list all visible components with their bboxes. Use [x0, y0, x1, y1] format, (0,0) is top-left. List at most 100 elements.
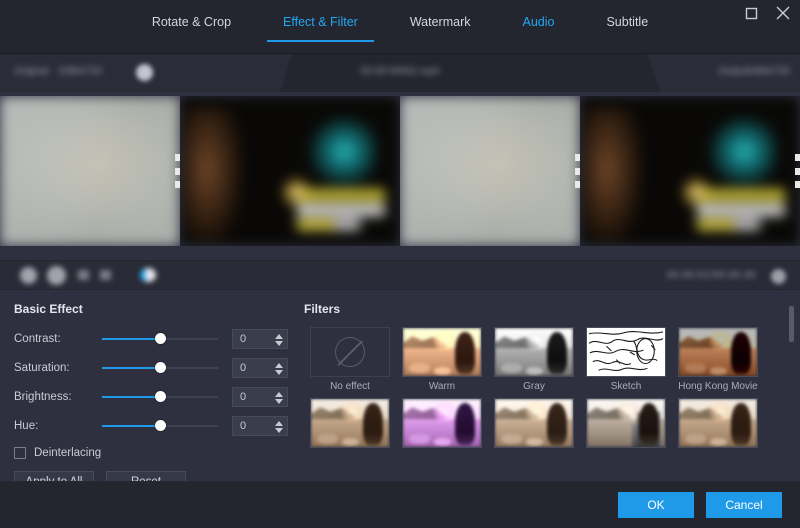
preview-original-2: [400, 96, 580, 246]
apply-to-all-button[interactable]: Apply to All: [14, 471, 94, 482]
cancel-button[interactable]: Cancel: [706, 492, 782, 518]
gray-thumbnail: [494, 327, 574, 377]
editor-body: Basic Effect Contrast: 0 Saturation: 0: [0, 290, 800, 482]
warm-thumbnail: [402, 327, 482, 377]
filters-scrollbar-thumb[interactable]: [789, 306, 794, 342]
filter-thumbnail: [678, 398, 758, 448]
tab-bar: Rotate & Crop Effect & Filter Watermark …: [0, 14, 800, 42]
tab-watermark[interactable]: Watermark: [384, 14, 497, 42]
original-resolution: 1080x720: [58, 66, 102, 77]
playback-controls: 00:00:01/00:00:30: [0, 260, 800, 290]
saturation-label: Saturation:: [14, 362, 102, 374]
filter-item-warm[interactable]: Warm: [396, 327, 488, 392]
basic-effect-title: Basic Effect: [14, 302, 292, 316]
contrast-label: Contrast:: [14, 333, 102, 345]
next-frame-icon[interactable]: [100, 270, 111, 280]
original-frame-image-2: [400, 96, 580, 246]
filter-item-sketch[interactable]: Sketch: [580, 327, 672, 392]
output-label: Output: [718, 66, 748, 77]
contrast-row: Contrast: 0: [14, 327, 292, 351]
filter-item-gray[interactable]: Gray: [488, 327, 580, 392]
previous-frame-icon[interactable]: [78, 270, 89, 280]
filter-item-row2-4[interactable]: [580, 398, 672, 452]
split-handle-3[interactable]: [795, 154, 800, 188]
filter-label: Gray: [523, 381, 545, 392]
file-name: 00-00-00001.mp4: [361, 66, 440, 77]
output-frame-image: [180, 96, 400, 246]
preview-output-1: [180, 96, 400, 246]
preview-area: [0, 92, 800, 260]
info-icon[interactable]: [136, 64, 153, 81]
brightness-label: Brightness:: [14, 391, 102, 403]
filters-grid: No effect Warm Gray: [304, 327, 800, 452]
saturation-row: Saturation: 0: [14, 356, 292, 380]
filter-label: Sketch: [611, 381, 642, 392]
filter-thumbnail: [310, 398, 390, 448]
timecode: 00:00:01/00:00:30: [667, 270, 756, 281]
preview-output-2: [580, 96, 800, 246]
brightness-spin-buttons[interactable]: [275, 389, 283, 407]
basic-effect-buttons: Apply to All Reset: [14, 471, 292, 482]
basic-effect-panel: Basic Effect Contrast: 0 Saturation: 0: [0, 290, 292, 481]
saturation-slider[interactable]: [102, 360, 218, 376]
filter-thumbnail: [494, 398, 574, 448]
brightness-slider[interactable]: [102, 389, 218, 405]
split-handle[interactable]: [175, 154, 180, 188]
preview-pair-1[interactable]: [0, 96, 400, 260]
preview-pair-2[interactable]: [400, 96, 800, 260]
saturation-spin-buttons[interactable]: [275, 360, 283, 378]
filter-label: No effect: [330, 381, 370, 392]
filter-label: Warm: [429, 381, 455, 392]
brightness-stepper[interactable]: 0: [232, 387, 288, 407]
play-icon[interactable]: [20, 267, 37, 284]
dialog-footer: OK Cancel: [0, 482, 800, 528]
deinterlacing-label: Deinterlacing: [34, 447, 101, 459]
filter-item-row2-3[interactable]: [488, 398, 580, 452]
filters-title: Filters: [304, 302, 800, 316]
filter-thumbnail: [402, 398, 482, 448]
filter-item-row2-5[interactable]: [672, 398, 764, 452]
output-frame-image-2: [580, 96, 800, 246]
filter-item-row2-1[interactable]: [304, 398, 396, 452]
title-bar: Rotate & Crop Effect & Filter Watermark …: [0, 0, 800, 54]
tab-subtitle[interactable]: Subtitle: [580, 14, 674, 42]
hue-label: Hue:: [14, 420, 102, 432]
tab-audio[interactable]: Audio: [496, 14, 580, 42]
filter-thumbnail: [586, 398, 666, 448]
filters-scrollbar[interactable]: [789, 306, 794, 456]
deinterlacing-box[interactable]: [14, 447, 26, 459]
split-handle-2[interactable]: [575, 154, 580, 188]
hue-slider[interactable]: [102, 418, 218, 434]
fullscreen-icon[interactable]: [771, 269, 786, 284]
effect-filter-dialog: Rotate & Crop Effect & Filter Watermark …: [0, 0, 800, 528]
filter-item-hong-kong-movie[interactable]: Hong Kong Movie: [672, 327, 764, 392]
filter-item-no-effect[interactable]: No effect: [304, 327, 396, 392]
hue-spin-buttons[interactable]: [275, 418, 283, 436]
hong-kong-movie-thumbnail: [678, 327, 758, 377]
no-effect-icon: [335, 337, 365, 367]
file-info-strip: Original 1080x720 00-00-00001.mp4 Output…: [0, 54, 800, 92]
contrast-spin-buttons[interactable]: [275, 331, 283, 349]
hue-value: 0: [233, 420, 246, 432]
tab-effect-filter[interactable]: Effect & Filter: [257, 14, 384, 42]
hue-stepper[interactable]: 0: [232, 416, 288, 436]
ok-button[interactable]: OK: [618, 492, 694, 518]
filters-panel: Filters No effect Warm: [292, 290, 800, 481]
hue-row: Hue: 0: [14, 414, 292, 438]
brightness-value: 0: [233, 391, 246, 403]
saturation-value: 0: [233, 362, 246, 374]
output-resolution: 1080x720: [746, 66, 790, 77]
no-effect-thumbnail: [310, 327, 390, 377]
preview-original-1: [0, 96, 180, 246]
deinterlacing-checkbox[interactable]: Deinterlacing: [14, 447, 292, 459]
filter-item-row2-2[interactable]: [396, 398, 488, 452]
stop-icon[interactable]: [47, 266, 66, 285]
contrast-stepper[interactable]: 0: [232, 329, 288, 349]
contrast-slider[interactable]: [102, 331, 218, 347]
saturation-stepper[interactable]: 0: [232, 358, 288, 378]
volume-icon[interactable]: [140, 268, 156, 282]
reset-button[interactable]: Reset: [106, 471, 186, 482]
original-label: Original: [14, 66, 48, 77]
brightness-row: Brightness: 0: [14, 385, 292, 409]
tab-rotate-crop[interactable]: Rotate & Crop: [126, 14, 257, 42]
